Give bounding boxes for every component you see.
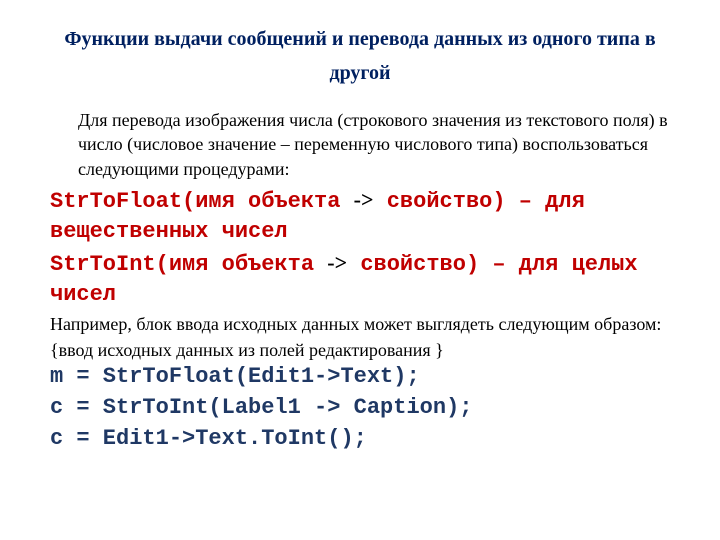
arrow-icon: -> <box>327 250 347 275</box>
code-line-1: m = StrToFloat(Edit1->Text); <box>50 362 670 393</box>
intro-paragraph: Для перевода изображения числа (строково… <box>78 108 670 181</box>
slide-content: Функции выдачи сообщений и перевода данн… <box>0 0 720 475</box>
function-strtofloat: StrToFloat(имя объекта -> свойство) – дл… <box>50 185 670 246</box>
arrow-icon: -> <box>354 187 374 212</box>
code-line-2: c = StrToInt(Label1 -> Caption); <box>50 393 670 424</box>
function-strtoint: StrToInt(имя объекта -> свойство) – для … <box>50 248 670 309</box>
example-lead: Например, блок ввода исходных данных мож… <box>50 312 670 336</box>
code-comment: {ввод исходных данных из полей редактиро… <box>50 338 670 362</box>
func2-part-a: StrToInt(имя объекта <box>50 252 314 277</box>
slide-title: Функции выдачи сообщений и перевода данн… <box>50 22 670 90</box>
func1-part-a: StrToFloat(имя объекта <box>50 189 340 214</box>
code-line-3: c = Edit1->Text.ToInt(); <box>50 424 670 455</box>
